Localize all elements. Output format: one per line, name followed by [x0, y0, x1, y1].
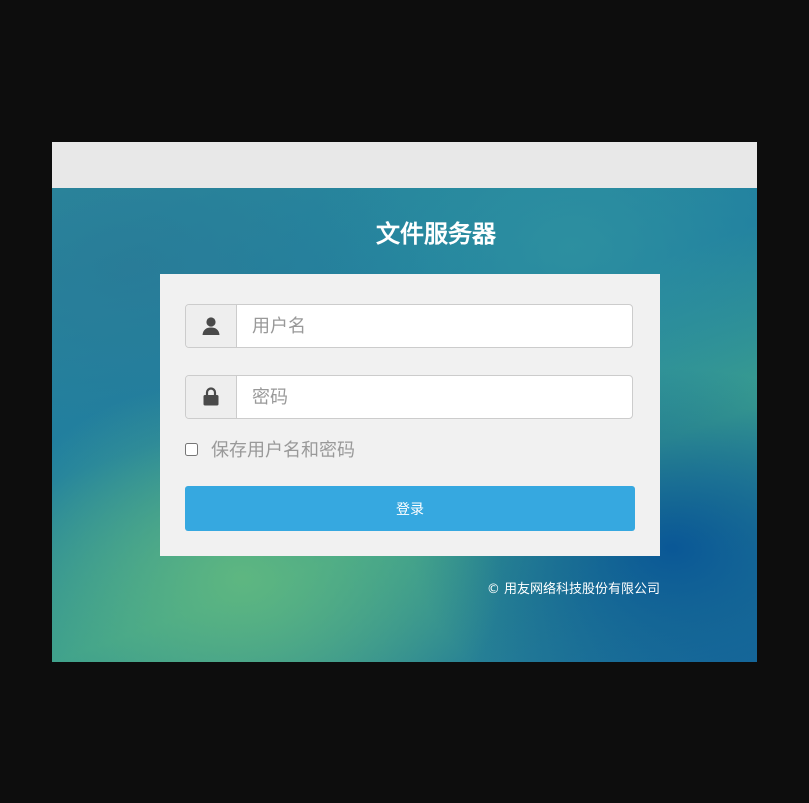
copyright-text: © 用友网络科技股份有限公司: [486, 582, 660, 597]
page-title: 文件服务器: [376, 220, 496, 248]
login-button[interactable]: 登录: [185, 486, 635, 531]
username-input[interactable]: [238, 305, 628, 347]
login-form: 保存用户名和密码 登录: [160, 274, 660, 556]
user-icon: [202, 317, 220, 335]
password-addon: [186, 376, 237, 418]
password-field: [185, 375, 633, 419]
password-input[interactable]: [238, 376, 628, 418]
login-background: 文件服务器 用户名 保存用户名和密码 登录 © 用友网络科技股份有限公司: [52, 188, 757, 662]
login-window: 文件服务器 用户名 保存用户名和密码 登录 © 用友网络科技股份有限公司: [52, 142, 757, 662]
remember-label[interactable]: 保存用户名和密码: [211, 436, 355, 462]
username-field: [185, 304, 633, 348]
lock-icon: [203, 387, 219, 406]
username-addon: [186, 305, 237, 347]
top-bar: [52, 142, 757, 188]
remember-checkbox[interactable]: [185, 443, 198, 456]
